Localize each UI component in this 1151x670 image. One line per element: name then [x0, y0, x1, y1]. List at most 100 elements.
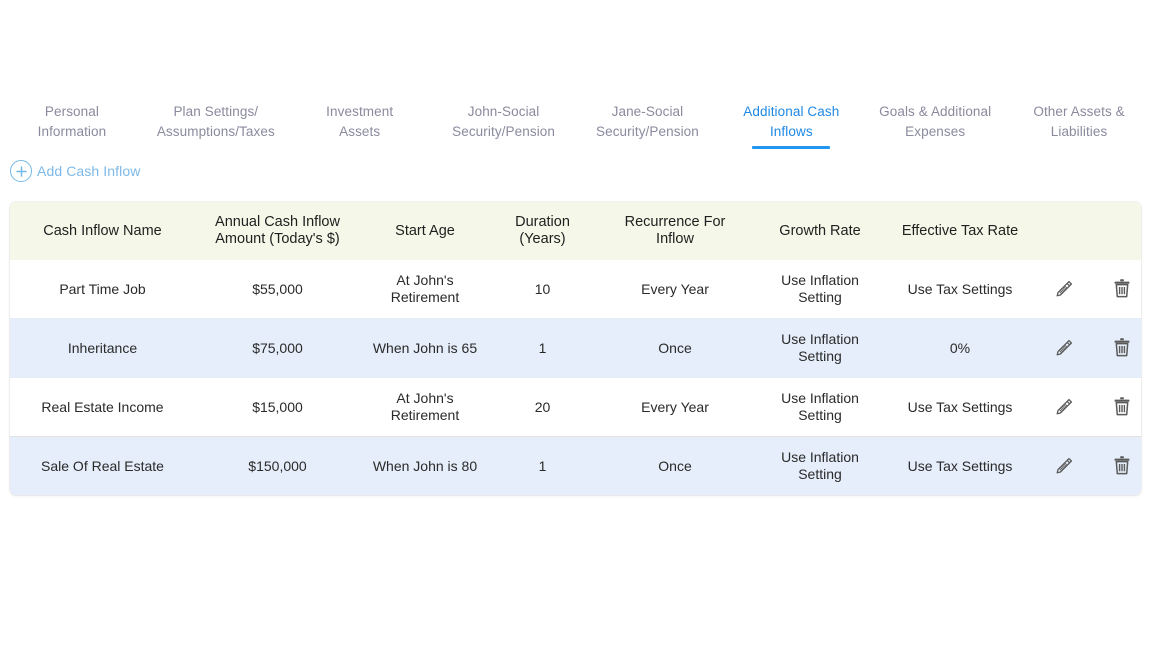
cell-edit	[1035, 377, 1093, 437]
cell-growth-rate: Use Inflation Setting	[755, 318, 885, 378]
column-header-text: Annual Cash Inflow	[215, 214, 340, 230]
cell-annual-amount: $15,000	[195, 377, 360, 437]
tab-additional-cash-inflows[interactable]: Additional Cash Inflows	[719, 96, 863, 149]
tab-label-line: Other Assets &	[1033, 104, 1125, 119]
cell-effective-tax-rate: 0%	[885, 318, 1035, 378]
column-header-text: Duration	[515, 214, 570, 230]
cell-annual-amount: $75,000	[195, 318, 360, 378]
cell-growth-rate: Use Inflation Setting	[755, 436, 885, 495]
table-row[interactable]: Part Time Job $55,000 At John's Retirement 1…	[10, 260, 1141, 319]
trash-icon[interactable]	[1108, 334, 1136, 360]
table-body: Part Time Job $55,000 At John's Retirement 1…	[10, 260, 1141, 495]
tab-john-social-security-pension[interactable]: John-Social Security/Pension	[432, 96, 576, 142]
cell-cash-inflow-name: Part Time Job	[10, 260, 195, 319]
add-cash-inflow-button[interactable]: Add Cash Inflow	[10, 160, 140, 182]
cell-cash-inflow-name: Inheritance	[10, 318, 195, 378]
tab-label-line: Additional Cash	[743, 104, 840, 119]
tab-active-underline	[752, 146, 831, 149]
cell-growth-rate-line: Use Inflation	[781, 272, 859, 288]
cash-inflows-table: Cash Inflow Name Annual Cash Inflow Amoun…	[10, 202, 1141, 495]
tab-label-line: Expenses	[905, 124, 966, 139]
column-header-start-age: Start Age	[360, 202, 490, 260]
cell-effective-tax-rate: Use Tax Settings	[885, 436, 1035, 495]
cell-delete	[1093, 377, 1141, 437]
cell-recurrence: Once	[595, 436, 755, 495]
cell-start-age-line: At John's	[396, 390, 454, 406]
cell-duration: 1	[490, 436, 595, 495]
trash-icon[interactable]	[1108, 393, 1136, 419]
tab-label-line: Assumptions/Taxes	[156, 124, 275, 139]
cell-start-age-line: Retirement	[390, 407, 460, 423]
tab-investment-assets[interactable]: Investment Assets	[288, 96, 432, 142]
additional-cash-inflows-page: Personal Information Plan Settings/Assumpt…	[0, 0, 1151, 670]
column-header-text: Growth Rate	[779, 222, 861, 239]
table-row[interactable]: Real Estate Income $15,000 At John's Retire…	[10, 377, 1141, 437]
section-divider	[10, 436, 1141, 437]
tab-label-line: Information	[37, 124, 107, 139]
cell-annual-amount: $55,000	[195, 260, 360, 319]
column-header-effective-tax-rate: Effective Tax Rate	[885, 202, 1035, 260]
cell-start-age: At John's Retirement	[360, 260, 490, 319]
tab-label-line: John-Social	[467, 104, 540, 119]
cell-duration: 10	[490, 260, 595, 319]
table-header-row: Cash Inflow Name Annual Cash Inflow Amoun…	[10, 202, 1141, 260]
tab-goals-additional-expenses[interactable]: Goals & Additional Expenses	[863, 96, 1007, 142]
pencil-icon[interactable]	[1050, 453, 1078, 479]
add-cash-inflow-label: Add Cash Inflow	[37, 163, 141, 179]
cell-delete	[1093, 318, 1141, 378]
tab-personal-information[interactable]: Personal Information	[0, 96, 144, 142]
column-header-delete	[1093, 202, 1141, 260]
trash-icon[interactable]	[1108, 275, 1136, 301]
column-header-text: (Years)	[519, 231, 566, 247]
cell-recurrence: Every Year	[595, 260, 755, 319]
column-header-edit	[1035, 202, 1093, 260]
cell-growth-rate-line: Use Inflation	[781, 449, 859, 465]
cell-edit	[1035, 318, 1093, 378]
cell-growth-rate-line: Use Inflation	[781, 390, 859, 406]
cell-start-age-line: Retirement	[390, 289, 460, 305]
pencil-icon[interactable]	[1050, 335, 1078, 361]
column-header-text: Amount (Today's $)	[215, 231, 340, 247]
cash-inflows-table-container: Cash Inflow Name Annual Cash Inflow Amoun…	[10, 202, 1141, 495]
tab-other-assets-liabilities[interactable]: Other Assets & Liabilities	[1007, 96, 1151, 142]
table-row[interactable]: Sale Of Real Estate $150,000 When John is …	[10, 436, 1141, 495]
column-header-duration: Duration (Years)	[490, 202, 595, 260]
cell-growth-rate: Use Inflation Setting	[755, 260, 885, 319]
table-row[interactable]: Inheritance $75,000 When John is 65 1 Once Us…	[10, 318, 1141, 378]
cell-start-age-line: At John's	[396, 272, 454, 288]
tab-label-line: Inflows	[769, 124, 813, 139]
tab-label-line: Jane-Social	[611, 104, 684, 119]
cell-growth-rate-line: Setting	[798, 466, 842, 482]
column-header-growth-rate: Growth Rate	[755, 202, 885, 260]
tab-label-line: Goals & Additional	[879, 104, 992, 119]
pencil-icon[interactable]	[1050, 394, 1078, 420]
cell-start-age-line: When John is 80	[372, 457, 478, 474]
tab-jane-social-security-pension[interactable]: Jane-Social Security/Pension	[576, 96, 720, 142]
column-header-text: Effective Tax Rate	[901, 222, 1019, 239]
column-header-text: Recurrence For	[624, 214, 726, 230]
cell-growth-rate: Use Inflation Setting	[755, 377, 885, 437]
cell-effective-tax-rate: Use Tax Settings	[885, 377, 1035, 437]
column-header-text: Inflow	[656, 231, 694, 247]
trash-icon[interactable]	[1108, 452, 1136, 478]
cell-delete	[1093, 436, 1141, 495]
tab-bar: Personal Information Plan Settings/Assumpt…	[0, 96, 1151, 150]
tab-label-line: Security/Pension	[452, 124, 556, 139]
cell-edit	[1035, 260, 1093, 319]
column-header-cash-inflow-name: Cash Inflow Name	[10, 202, 195, 260]
cell-growth-rate-line: Use Inflation	[781, 331, 859, 347]
column-header-annual-cash-inflow-amount: Annual Cash Inflow Amount (Today's $)	[195, 202, 360, 260]
cell-delete	[1093, 260, 1141, 319]
tab-plan-settings-assumptions-taxes[interactable]: Plan Settings/Assumptions/Taxes	[144, 96, 288, 142]
cell-recurrence: Every Year	[595, 377, 755, 437]
cell-cash-inflow-name: Sale Of Real Estate	[10, 436, 195, 495]
tab-label-line: Investment	[326, 104, 394, 119]
tab-label-line: Plan Settings/	[173, 104, 259, 119]
cell-start-age-line: When John is 65	[372, 339, 478, 356]
column-header-text: Start Age	[395, 222, 455, 239]
cell-annual-amount: $150,000	[195, 436, 360, 495]
tab-label-line: Liabilities	[1050, 124, 1108, 139]
pencil-icon[interactable]	[1050, 276, 1078, 302]
cell-duration: 20	[490, 377, 595, 437]
cell-duration: 1	[490, 318, 595, 378]
